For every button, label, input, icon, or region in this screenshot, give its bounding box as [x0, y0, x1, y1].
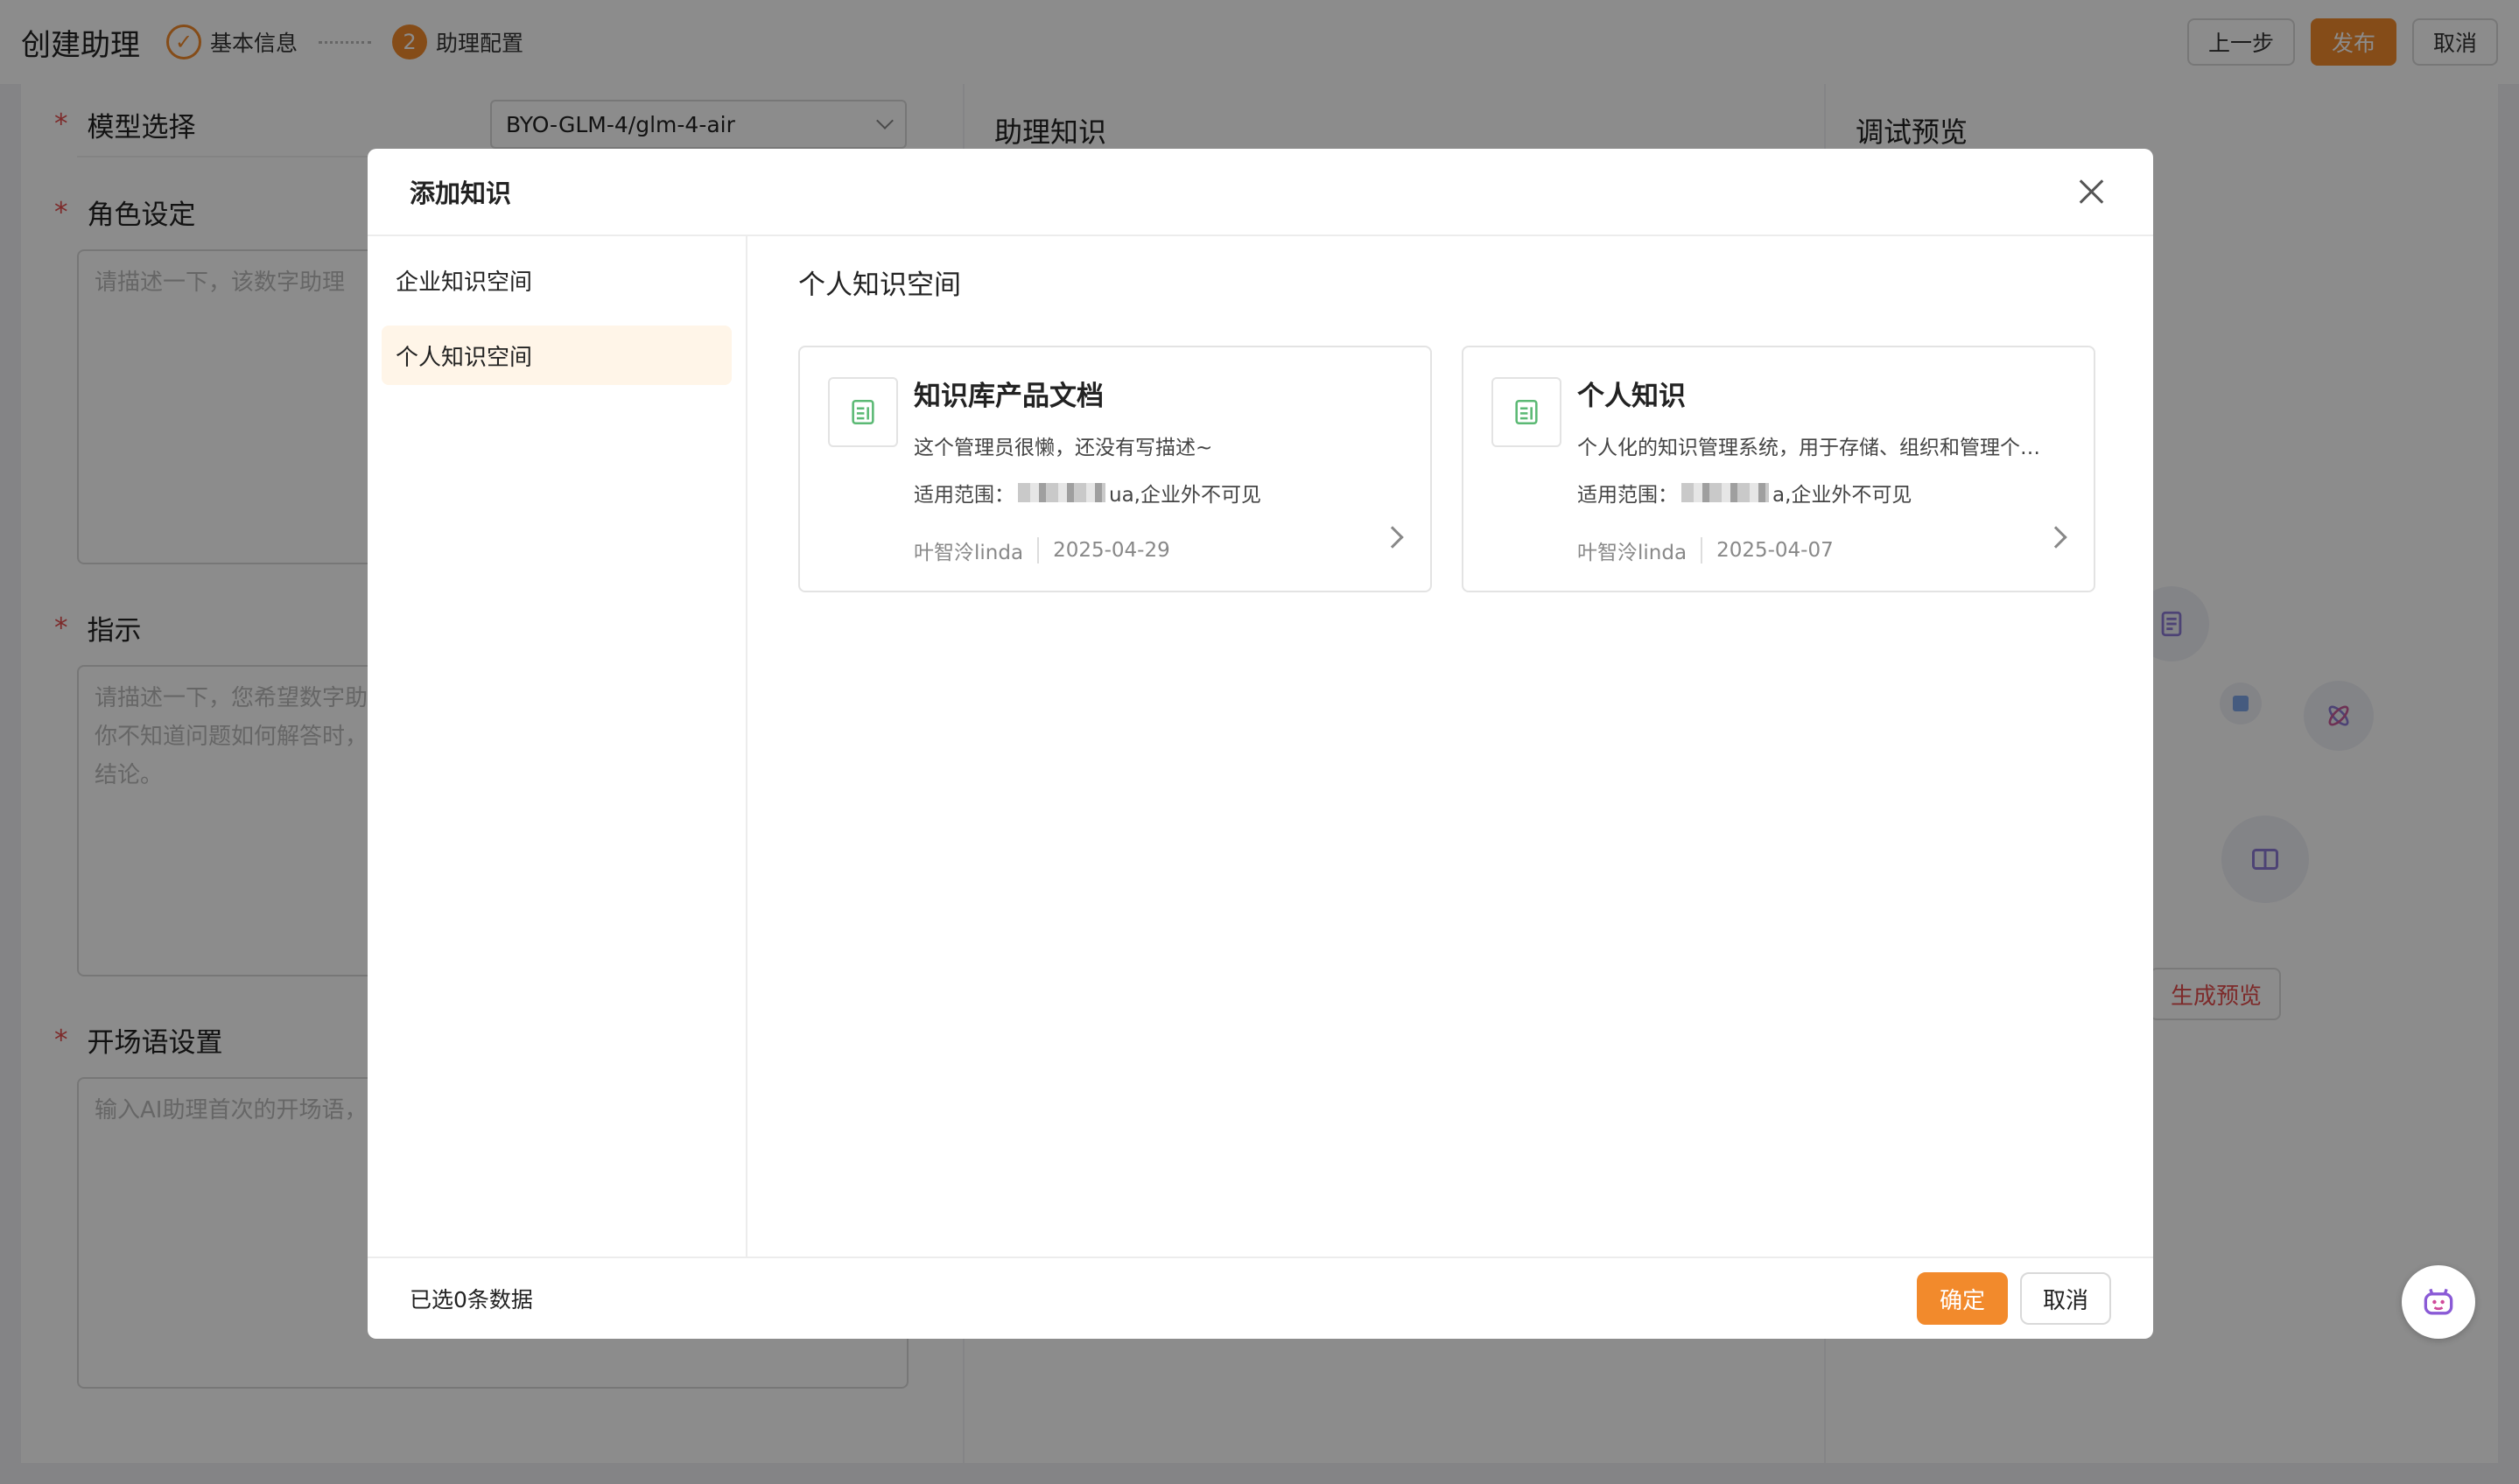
redacted-text: [1018, 483, 1105, 502]
scope-prefix: 适用范围：: [1577, 484, 1678, 507]
knowledge-content: 个人知识空间 知识库产品文档 这个管理员很懒，还没有写描述~ 适用范围： ua,…: [747, 236, 2153, 1256]
confirm-button[interactable]: 确定: [1916, 1272, 2008, 1325]
card-date: 2025-04-07: [1716, 539, 1834, 562]
modal-header: 添加知识: [368, 149, 2153, 236]
footer-actions: 确定 取消: [1916, 1272, 2111, 1325]
card-info: 知识库产品文档 这个管理员很懒，还没有写描述~ 适用范围： ua,企业外不可见 …: [914, 377, 1402, 591]
meta-divider: [1701, 537, 1703, 564]
add-knowledge-modal: 添加知识 企业知识空间 个人知识空间 个人知识空间 知识库产品文档 这个管理员很…: [368, 149, 2153, 1339]
card-scope: 适用范围： a,企业外不可见: [1577, 478, 2066, 508]
modal-cancel-button[interactable]: 取消: [2019, 1272, 2111, 1325]
card-author: 叶智泠linda: [914, 542, 1024, 564]
document-icon: [828, 377, 898, 447]
document-icon: [1491, 377, 1561, 447]
content-title: 个人知识空间: [798, 270, 961, 301]
card-date: 2025-04-29: [1053, 539, 1170, 562]
sidebar-item-enterprise-space[interactable]: 企业知识空间: [382, 250, 732, 310]
close-icon[interactable]: [2073, 172, 2111, 211]
knowledge-card-list: 知识库产品文档 这个管理员很懒，还没有写描述~ 适用范围： ua,企业外不可见 …: [798, 346, 2102, 592]
knowledge-card[interactable]: 知识库产品文档 这个管理员很懒，还没有写描述~ 适用范围： ua,企业外不可见 …: [798, 346, 1432, 592]
modal-footer: 已选0条数据 确定 取消: [368, 1256, 2153, 1339]
assistant-bot-icon[interactable]: [2402, 1265, 2475, 1339]
card-description: 这个管理员很懒，还没有写描述~: [914, 437, 1213, 459]
card-description: 个人化的知识管理系统，用于存储、组织和管理个…: [1577, 437, 2040, 459]
card-title: 个人知识: [1577, 381, 1686, 412]
card-author: 叶智泠linda: [1577, 542, 1688, 564]
sidebar-item-personal-space[interactable]: 个人知识空间: [382, 326, 732, 385]
scope-suffix: a,企业外不可见: [1772, 484, 1912, 507]
card-scope: 适用范围： ua,企业外不可见: [914, 478, 1402, 508]
meta-divider: [1037, 537, 1040, 564]
card-title: 知识库产品文档: [914, 381, 1104, 412]
scope-suffix: ua,企业外不可见: [1109, 484, 1261, 507]
modal-title: 添加知识: [410, 178, 512, 208]
modal-body: 企业知识空间 个人知识空间 个人知识空间 知识库产品文档 这个管理员很懒，还没有…: [368, 236, 2153, 1256]
knowledge-space-sidebar: 企业知识空间 个人知识空间: [368, 236, 747, 1256]
card-meta: 叶智泠linda 2025-04-07: [1577, 536, 2066, 565]
card-info: 个人知识 个人化的知识管理系统，用于存储、组织和管理个… 适用范围： a,企业外…: [1577, 377, 2066, 591]
card-meta: 叶智泠linda 2025-04-29: [914, 536, 1402, 565]
redacted-text: [1681, 483, 1769, 502]
scope-prefix: 适用范围：: [914, 484, 1014, 507]
knowledge-card[interactable]: 个人知识 个人化的知识管理系统，用于存储、组织和管理个… 适用范围： a,企业外…: [1462, 346, 2095, 592]
selected-count: 已选0条数据: [410, 1287, 533, 1312]
